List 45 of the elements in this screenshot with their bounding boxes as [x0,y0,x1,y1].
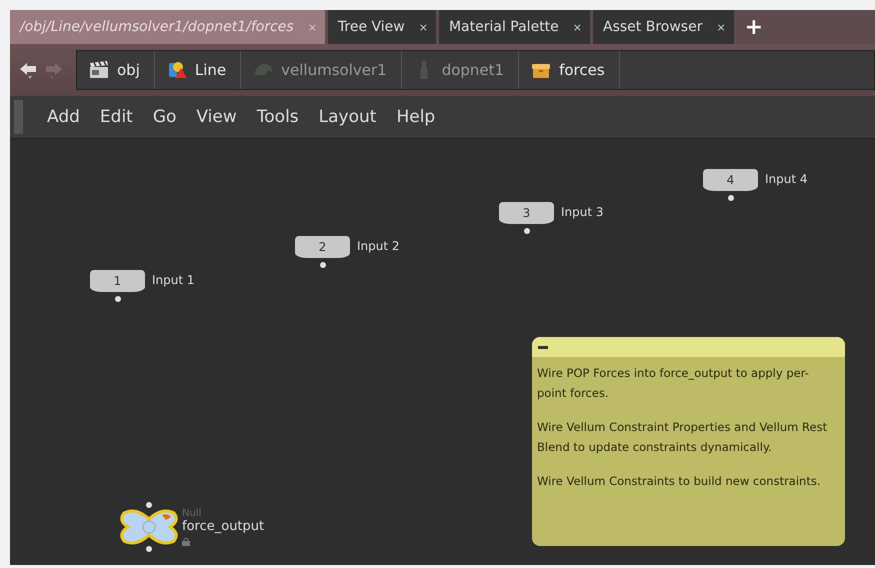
menu-item[interactable]: Tools [246,107,309,127]
note-text: Wire Vellum Constraints to build new constraints. [537,473,822,490]
panel-grip[interactable] [14,100,23,134]
breadcrumb[interactable]: obj [77,51,155,89]
node-label: Input 2 [357,239,400,253]
close-button[interactable]: × [572,20,582,34]
input-node-tile[interactable]: 4 [703,169,758,191]
null-node-icon[interactable] [118,509,180,545]
node-label: Input 4 [765,172,808,186]
close-button[interactable]: × [716,20,726,34]
input-node-tile[interactable]: 3 [499,202,554,224]
menu-item[interactable]: Edit [90,107,143,127]
new-tab-button[interactable]: + [736,14,772,40]
connector-dot[interactable] [146,546,152,552]
connector-dot[interactable] [728,195,734,201]
input-node-tile[interactable]: 1 [90,270,145,292]
connector-dot[interactable] [524,228,530,234]
collapse-icon[interactable] [538,346,548,348]
menu-item[interactable]: Layout [308,107,386,127]
connector-dot[interactable] [146,502,152,508]
tab[interactable]: Material Palette × [438,10,590,44]
menu-item[interactable]: Help [386,107,446,127]
shapes-icon [166,60,187,80]
note-text: Wire POP Forces into force_output to apply per-point forces. [537,365,810,402]
connector-dot[interactable] [320,262,326,268]
tab[interactable]: Tree View × [328,10,436,44]
note-text: Wire Vellum Constraint Properties and Vellum Rest Blend to update constraints dynamically. [537,419,828,456]
breadcrumb[interactable]: vellumsolver1 [241,51,402,89]
back-arrow-icon[interactable] [18,60,38,80]
close-button[interactable]: × [418,20,428,34]
tab[interactable]: Asset Browser × [593,10,734,44]
node-name: force_output [182,519,264,534]
connector-dot[interactable] [114,296,120,302]
menu-item[interactable]: Go [142,107,186,127]
clapperboard-icon [89,60,109,80]
menu-item[interactable]: Add [37,107,90,127]
node-label: Input 3 [561,205,604,219]
lock-icon [182,537,190,546]
input-node-tile[interactable]: 2 [295,236,350,258]
breadcrumb[interactable]: Line [154,51,242,89]
node-type-label: Null [182,508,202,519]
breadcrumb[interactable]: forces [519,51,620,89]
menu-item[interactable]: View [186,107,247,127]
node-label: Input 1 [152,273,195,287]
breadcrumb[interactable]: dopnet1 [402,51,520,89]
